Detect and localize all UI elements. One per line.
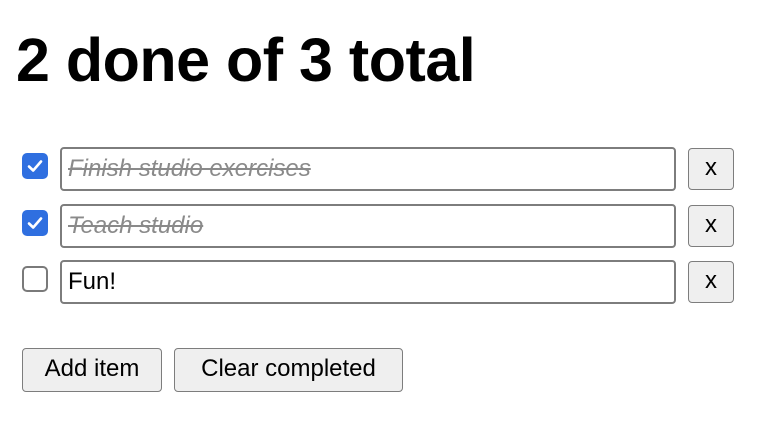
delete-item-button[interactable]: x (688, 261, 734, 303)
todo-text-input[interactable]: Fun! (60, 260, 676, 304)
todo-app: 2 done of 3 total Finish studio exercise… (0, 0, 776, 446)
todo-item: Fun! x (0, 260, 776, 304)
todo-checkbox[interactable] (22, 153, 48, 179)
todo-text-input[interactable]: Teach studio (60, 204, 676, 248)
todo-checkbox[interactable] (22, 266, 48, 292)
todo-item: Finish studio exercises x (0, 147, 776, 191)
checkmark-icon (27, 160, 43, 172)
delete-item-button[interactable]: x (688, 205, 734, 247)
checkmark-icon (27, 217, 43, 229)
todo-item: Teach studio x (0, 204, 776, 248)
todo-text-input[interactable]: Finish studio exercises (60, 147, 676, 191)
delete-item-button[interactable]: x (688, 148, 734, 190)
add-item-button[interactable]: Add item (22, 348, 162, 392)
clear-completed-button[interactable]: Clear completed (174, 348, 403, 392)
todo-checkbox[interactable] (22, 210, 48, 236)
page-title: 2 done of 3 total (16, 26, 476, 94)
